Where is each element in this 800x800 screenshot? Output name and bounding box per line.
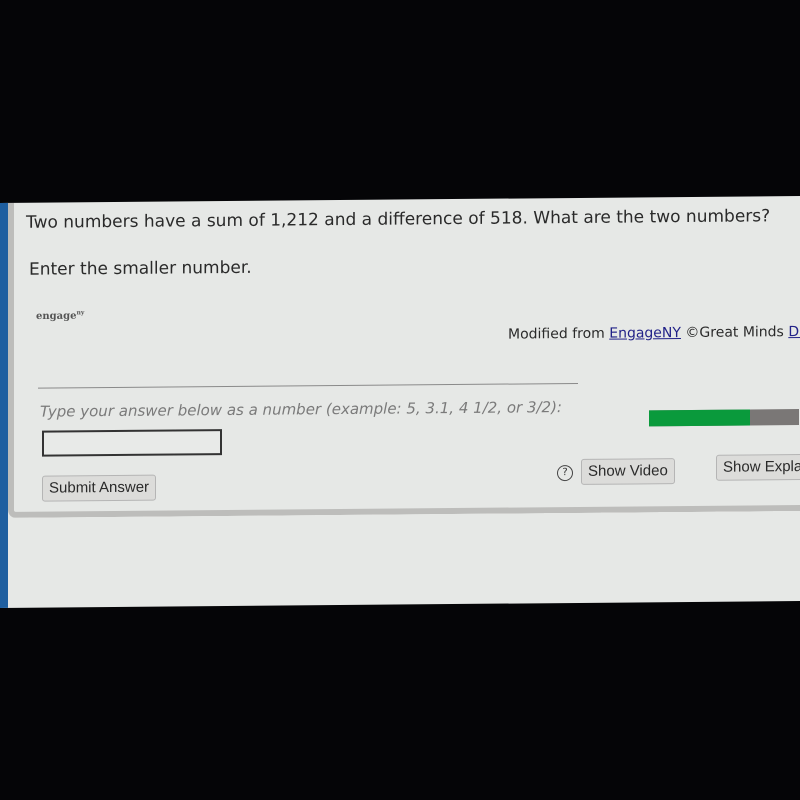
discover-link[interactable]: Disc — [788, 324, 800, 340]
progress-bar — [649, 409, 799, 427]
progress-fill — [649, 409, 750, 427]
show-explanation-button[interactable]: Show Explan — [716, 453, 800, 481]
credit-line: Modified from EngageNY ©Great Minds Disc — [508, 324, 800, 343]
credit-prefix: Modified from — [508, 325, 610, 343]
show-video-button[interactable]: Show Video — [581, 458, 675, 485]
answer-input[interactable] — [42, 429, 222, 457]
monitor-screen: Two numbers have a sum of 1,212 and a di… — [0, 196, 800, 609]
window-edge — [0, 202, 8, 609]
credit-middle: ©Great Minds — [680, 324, 789, 342]
question-panel: Two numbers have a sum of 1,212 and a di… — [8, 196, 800, 518]
engageny-logo: engageny — [36, 309, 84, 322]
question-text: Two numbers have a sum of 1,212 and a di… — [26, 206, 771, 233]
logo-name: engage — [36, 310, 77, 323]
submit-answer-button[interactable]: Submit Answer — [42, 474, 157, 502]
divider — [38, 382, 578, 389]
engageny-link[interactable]: EngageNY — [609, 325, 681, 342]
help-icon[interactable]: ? — [557, 464, 573, 482]
question-prompt: Enter the smaller number. — [29, 257, 252, 280]
answer-instruction: Type your answer below as a number (exam… — [40, 398, 562, 421]
logo-superscript: ny — [76, 309, 85, 317]
